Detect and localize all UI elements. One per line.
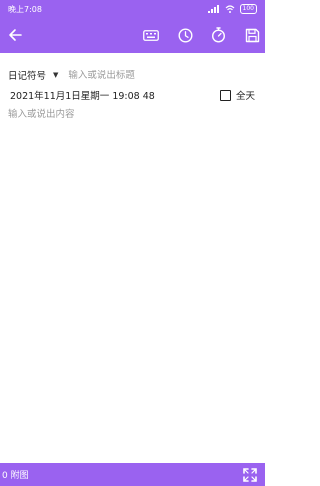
- battery-icon: 100: [239, 4, 257, 14]
- status-icons: 100: [207, 4, 257, 14]
- content-input[interactable]: [8, 106, 257, 436]
- back-button[interactable]: [4, 24, 26, 46]
- signal-icon: [207, 5, 219, 13]
- top-toolbar: [0, 18, 265, 53]
- fullscreen-icon[interactable]: [243, 468, 257, 482]
- time-button[interactable]: [174, 24, 196, 46]
- all-day-checkbox[interactable]: [219, 89, 231, 101]
- keyboard-icon: [143, 30, 159, 41]
- dropdown-arrow-icon[interactable]: ▼: [53, 71, 58, 79]
- status-bar: 晚上7:08 100: [0, 0, 265, 18]
- attachments-count[interactable]: 0 附图: [2, 468, 29, 481]
- wifi-icon: [225, 5, 234, 13]
- diary-symbol-selector[interactable]: 日记符号: [8, 68, 46, 82]
- timer-button[interactable]: [207, 24, 229, 46]
- date-row: 2021年11月1日星期一 19:08 48 全天: [0, 86, 265, 104]
- bottom-bar: 0 附图: [0, 463, 265, 486]
- all-day-toggle[interactable]: 全天: [219, 88, 255, 102]
- keyboard-button[interactable]: [140, 24, 162, 46]
- stopwatch-icon: [211, 27, 225, 43]
- status-time: 晚上7:08: [8, 4, 42, 14]
- save-icon: [245, 28, 259, 42]
- arrow-left-icon: [9, 29, 22, 41]
- title-input[interactable]: [68, 69, 229, 81]
- title-row: 日记符号 ▼: [0, 64, 265, 86]
- save-button[interactable]: [241, 24, 263, 46]
- all-day-label: 全天: [235, 91, 255, 102]
- clock-icon: [177, 27, 193, 43]
- datetime-text[interactable]: 2021年11月1日星期一 19:08 48: [10, 88, 155, 102]
